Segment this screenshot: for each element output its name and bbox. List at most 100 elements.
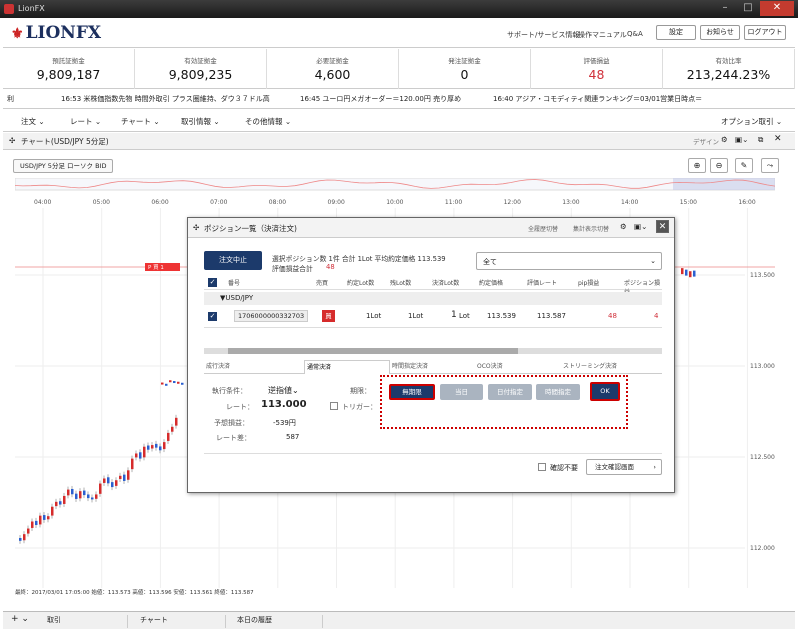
confirm-screen-button[interactable]: 注文確認画面 › [586, 459, 662, 475]
ticker-item[interactable]: 16:45 ユーロ円メガオーダー＝120.00円 売り厚め [300, 90, 461, 108]
candle [685, 269, 688, 276]
ticker-item[interactable]: 16:40 アジア・コモディティ関連ランキング＝03/01営業日時点＝ [493, 90, 702, 108]
tab-time[interactable]: 時間指定決済 [390, 360, 475, 374]
candle [79, 491, 82, 499]
move-icon[interactable]: ✣ [9, 136, 15, 145]
bottom-tab-history[interactable]: 本日の履歴 [233, 615, 323, 628]
summary-toggle[interactable]: 集計表示切替 [573, 224, 609, 233]
chart-ohlc-footer: 最終：2017/03/01 17:05:00 始値：113.573 高値：113… [15, 590, 254, 596]
zoom-in-icon[interactable]: ⊕ [688, 158, 706, 173]
menu-order[interactable]: 注文 ⌄ [21, 116, 45, 127]
skip-confirm-checkbox[interactable] [538, 463, 546, 471]
diff-value: 587 [286, 433, 300, 441]
position-filter-select[interactable]: 全て ⌄ [476, 252, 662, 270]
stat-label: 有効比率 [715, 57, 742, 65]
trigger-checkbox[interactable] [330, 402, 338, 410]
lot-value: 1Lot [366, 312, 382, 320]
today-button[interactable]: 当日 [440, 384, 483, 400]
no-expiry-button[interactable]: 無期限 [389, 384, 435, 400]
dialog-header[interactable]: ✣ ポジション一覧（決済注文) 全履歴切替 集計表示切替 ⚙ ▣⌄ ✕ [188, 218, 674, 238]
stat-2: 必要証拠金 4,600 [267, 49, 399, 89]
menu-chart[interactable]: チャート ⌄ [121, 116, 160, 127]
settle-lot-input[interactable]: 1 [451, 310, 457, 320]
minimize-button[interactable]: – [714, 1, 736, 16]
candle [111, 482, 114, 488]
position-marker-text: P 買 1 [148, 264, 164, 271]
col-rate[interactable]: 評価レート [527, 278, 557, 287]
close-window-button[interactable]: ✕ [760, 1, 794, 16]
col-side[interactable]: 売買 [316, 278, 328, 287]
row-checkbox[interactable]: ✓ [208, 312, 217, 321]
ok-button[interactable]: OK [590, 382, 620, 401]
time-label: 07:00 [210, 199, 227, 206]
col-pip[interactable]: pip損益 [578, 278, 599, 287]
window-title: LionFX [18, 4, 45, 13]
select-all-checkbox[interactable]: ✓ [208, 278, 217, 287]
stat-label: 有効証拠金 [184, 57, 217, 65]
tab-normal[interactable]: 通常決済 [304, 360, 390, 374]
stat-label: 発注証拠金 [448, 57, 481, 65]
date-button[interactable]: 日付指定 [488, 384, 532, 400]
table-row[interactable]: ✓ 1706000000332703 買 1Lot 1Lot 1 Lot 113… [204, 306, 662, 328]
gear-icon[interactable]: ⚙ [620, 222, 627, 231]
exec-select[interactable]: 逆指値⌄ [268, 385, 299, 396]
col-settle[interactable]: 決済Lot数 [432, 278, 459, 287]
close-icon[interactable]: ✕ [774, 134, 782, 144]
design-link[interactable]: デザイン [693, 136, 719, 146]
close-dialog-button[interactable]: ✕ [656, 220, 669, 233]
title-bar: LionFX – □ ✕ [0, 0, 798, 18]
horizontal-scrollbar[interactable] [204, 348, 662, 354]
chart-symbol-button[interactable]: USD/JPY 5分足 ローソク BID [13, 159, 114, 173]
group-row[interactable]: ▼USD/JPY [204, 292, 662, 305]
move-icon[interactable]: ✣ [193, 223, 199, 232]
news-ticker[interactable]: 利 16:53 米株価指数先物 時間外取引 プラス圏維持、ダウ３７ドル高 16:… [3, 90, 795, 109]
period-label: 期限： [350, 387, 371, 395]
menu-option-trading[interactable]: オプション取引 ⌄ [721, 116, 782, 127]
scrollbar-thumb[interactable] [228, 348, 518, 354]
all-history-toggle[interactable]: 全履歴切替 [528, 224, 558, 233]
faq-link[interactable]: Q&A [627, 30, 643, 38]
maximize-button[interactable]: □ [737, 1, 759, 16]
col-remain[interactable]: 残Lot数 [390, 278, 411, 287]
window-mode-icon[interactable]: ▣⌄ [634, 222, 647, 231]
add-icon[interactable]: + ⌄ [11, 614, 29, 624]
tab-oco[interactable]: OCO決済 [475, 360, 561, 374]
gear-icon[interactable]: ⚙ [721, 135, 728, 144]
candle [123, 474, 126, 481]
window-mode-icon[interactable]: ▣⌄ [735, 135, 748, 144]
col-price[interactable]: 約定価格 [479, 278, 503, 287]
settlement-tabs: 成行決済 通常決済 時間指定決済 OCO決済 ストリーミング決済 [204, 360, 662, 374]
bottom-tab-chart[interactable]: チャート [136, 615, 226, 628]
popout-icon[interactable]: ⧉ [758, 135, 763, 145]
manual-link[interactable]: 操作マニュアル [578, 30, 627, 40]
tab-streaming[interactable]: ストリーミング決済 [561, 360, 662, 374]
candle [689, 271, 692, 278]
candle [165, 383, 168, 386]
menu-rate[interactable]: レート ⌄ [70, 116, 101, 127]
indicator-icon[interactable]: ⤳ [761, 158, 779, 173]
time-button[interactable]: 時間指定 [536, 384, 580, 400]
col-id[interactable]: 番号 [228, 278, 240, 287]
overview-strip [14, 177, 776, 191]
tab-market[interactable]: 成行決済 [204, 360, 304, 374]
ticker-item[interactable]: 16:53 米株価指数先物 時間外取引 プラス圏維持、ダウ３７ドル高 [61, 90, 270, 108]
notice-button[interactable]: お知らせ [700, 25, 740, 40]
draw-pen-icon[interactable]: ✎ [735, 158, 753, 173]
candle [167, 432, 170, 441]
chart-panel-header[interactable]: ✣ チャート(USD/JPY 5分足) デザイン ⚙ ▣⌄ ⧉ ✕ [3, 133, 795, 150]
candle [99, 483, 102, 494]
menu-other-info[interactable]: その他情報 ⌄ [245, 116, 291, 127]
support-link[interactable]: サポート/サービス情報 [507, 30, 579, 40]
table-header: ✓ 番号 売買 約定Lot数 残Lot数 決済Lot数 約定価格 評価レート p… [204, 278, 662, 296]
time-label: 08:00 [269, 199, 286, 206]
settings-button[interactable]: 設定 [656, 25, 696, 40]
rate-input[interactable]: 113.000 [261, 399, 307, 410]
dialog-title: ポジション一覧（決済注文) [204, 224, 297, 233]
col-lot[interactable]: 約定Lot数 [347, 278, 374, 287]
cancel-order-button[interactable]: 注文中止 [204, 251, 262, 270]
logout-button[interactable]: ログアウト [744, 25, 786, 40]
bottom-tab-trade[interactable]: 取引 [43, 615, 128, 628]
est-value: -539円 [273, 419, 296, 427]
zoom-out-icon[interactable]: ⊖ [710, 158, 728, 173]
menu-trade-info[interactable]: 取引情報 ⌄ [181, 116, 220, 127]
